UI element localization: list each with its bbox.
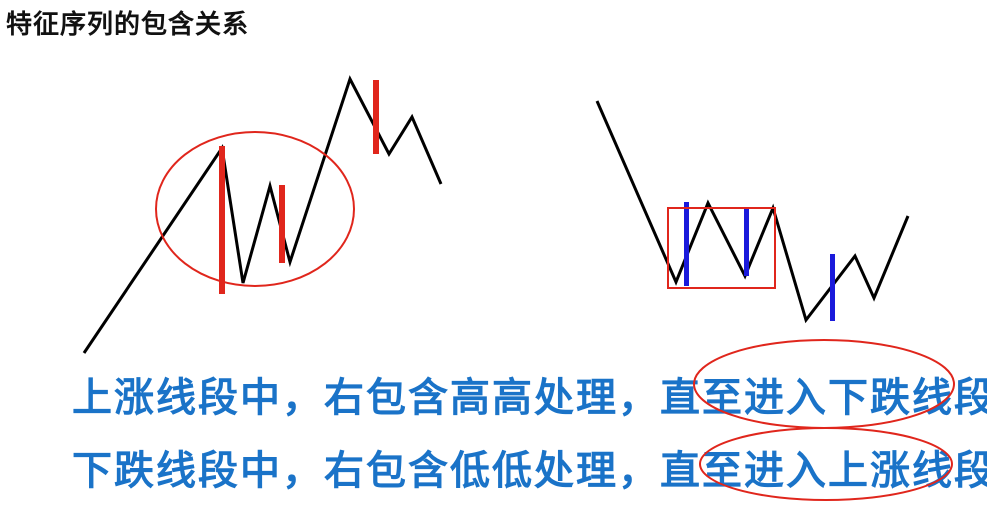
rule-uptrend-text: 上涨线段中，右包含高高处理，直至进入下跌线段 [72,375,987,421]
uptrend-red-bar-3 [373,80,379,154]
downtrend-blue-bar-2 [744,209,749,276]
uptrend-red-bar-1 [219,146,225,294]
uptrend-inclusion-ellipse [155,131,355,287]
diagram-canvas [82,75,910,354]
uptrend-price-line [82,75,443,354]
downtrend-blue-bar-1 [684,202,689,286]
rule-downtrend-text: 下跌线段中，右包含低低处理，直至进入上涨线段 [72,448,987,494]
downtrend-blue-bar-3 [830,254,835,321]
uptrend-red-bar-2 [279,185,285,263]
